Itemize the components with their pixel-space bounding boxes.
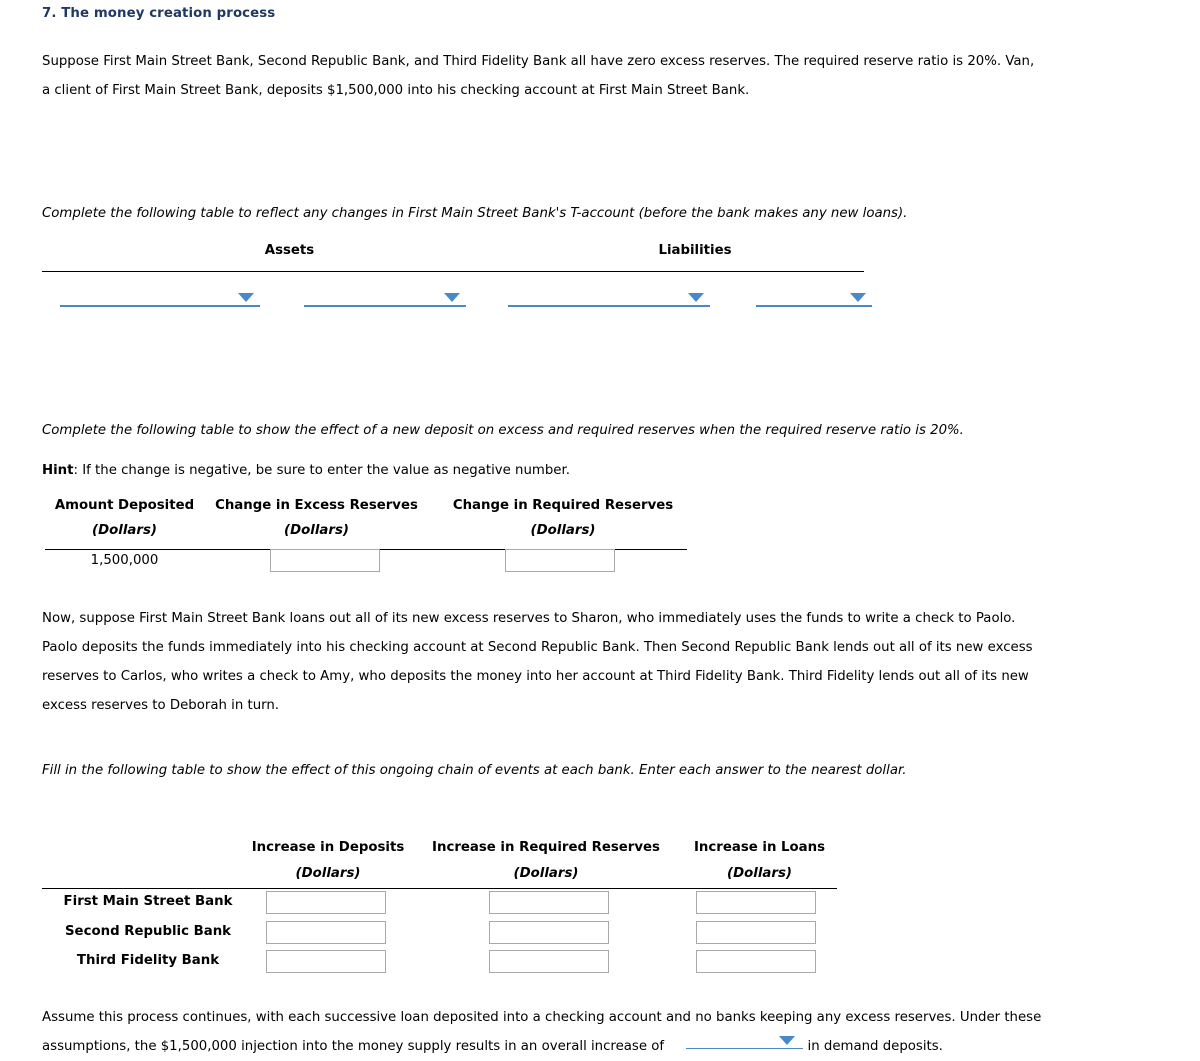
dropdown-underline bbox=[756, 305, 872, 307]
banks-units-loans: (Dollars) bbox=[727, 866, 792, 881]
chevron-down-icon bbox=[850, 293, 866, 302]
table-row-label-second-republic: Second Republic Bank bbox=[64, 924, 232, 939]
change-required-reserves-input[interactable] bbox=[505, 549, 615, 572]
page-title: 7. The money creation process bbox=[42, 6, 276, 21]
chain-line-3: reserves to Carlos, who writes a check t… bbox=[42, 669, 1029, 684]
dropdown-underline bbox=[508, 305, 710, 307]
chevron-down-icon bbox=[444, 293, 460, 302]
second-republic-deposits-input[interactable] bbox=[266, 921, 386, 944]
second-republic-required-reserves-input[interactable] bbox=[489, 921, 609, 944]
reserves-units-amount-deposited: (Dollars) bbox=[92, 523, 157, 538]
reserves-header-change-required: Change in Required Reserves bbox=[452, 498, 674, 513]
t-account-divider bbox=[42, 271, 864, 272]
hint-label: Hint bbox=[42, 463, 74, 478]
liabilities-item-dropdown[interactable] bbox=[508, 285, 710, 307]
banks-units-required-reserves: (Dollars) bbox=[513, 866, 579, 881]
first-main-loans-input[interactable] bbox=[696, 891, 816, 914]
intro-line-1: Suppose First Main Street Bank, Second R… bbox=[42, 54, 1035, 69]
banks-header-increase-loans: Increase in Loans bbox=[693, 840, 826, 855]
reserves-header-amount-deposited: Amount Deposited bbox=[54, 498, 195, 513]
closing-line-2-before: assumptions, the $1,500,000 injection in… bbox=[42, 1039, 665, 1054]
t-account-assets-header: Assets bbox=[264, 243, 315, 258]
intro-line-2: a client of First Main Street Bank, depo… bbox=[42, 83, 750, 98]
chain-line-2: Paolo deposits the funds immediately int… bbox=[42, 640, 1033, 655]
overall-increase-dropdown[interactable] bbox=[686, 1029, 803, 1049]
first-main-required-reserves-input[interactable] bbox=[489, 891, 609, 914]
banks-units-deposits: (Dollars) bbox=[295, 866, 361, 881]
reserves-header-change-excess: Change in Excess Reserves bbox=[215, 498, 418, 513]
hint-text: : If the change is negative, be sure to … bbox=[73, 463, 570, 478]
closing-line-2: assumptions, the $1,500,000 injection in… bbox=[42, 1032, 1162, 1061]
chain-line-4: excess reserves to Deborah in turn. bbox=[42, 698, 280, 713]
reserves-units-change-required: (Dollars) bbox=[530, 523, 596, 538]
worksheet-page: 7. The money creation process Suppose Fi… bbox=[0, 0, 1200, 1058]
chevron-down-icon bbox=[688, 293, 704, 302]
reserves-amount-deposited-value: 1,500,000 bbox=[90, 553, 159, 568]
hint-line: Hint: If the change is negative, be sure… bbox=[42, 456, 942, 485]
closing-line-1: Assume this process continues, with each… bbox=[42, 1010, 1042, 1025]
second-republic-loans-input[interactable] bbox=[696, 921, 816, 944]
assets-amount-dropdown[interactable] bbox=[304, 285, 466, 307]
t-account-liabilities-header: Liabilities bbox=[658, 243, 732, 258]
banks-table-divider bbox=[42, 888, 837, 889]
banks-instruction: Fill in the following table to show the … bbox=[42, 763, 907, 778]
liabilities-amount-dropdown[interactable] bbox=[756, 285, 872, 307]
third-fidelity-loans-input[interactable] bbox=[696, 950, 816, 973]
dropdown-underline bbox=[304, 305, 466, 307]
closing-line-2-after: in demand deposits. bbox=[807, 1039, 943, 1054]
chain-paragraph: Now, suppose First Main Street Bank loan… bbox=[42, 604, 1162, 720]
third-fidelity-deposits-input[interactable] bbox=[266, 950, 386, 973]
table-row-label-third-fidelity: Third Fidelity Bank bbox=[76, 953, 220, 968]
banks-header-increase-deposits: Increase in Deposits bbox=[251, 840, 405, 855]
dropdown-underline bbox=[60, 305, 260, 307]
closing-paragraph: Assume this process continues, with each… bbox=[42, 1003, 1162, 1061]
change-excess-reserves-input[interactable] bbox=[270, 549, 380, 572]
chevron-down-icon bbox=[779, 1036, 795, 1045]
first-main-deposits-input[interactable] bbox=[266, 891, 386, 914]
banks-header-increase-required-reserves: Increase in Required Reserves bbox=[432, 840, 660, 855]
chevron-down-icon bbox=[238, 293, 254, 302]
chain-line-1: Now, suppose First Main Street Bank loan… bbox=[42, 611, 1016, 626]
reserves-instruction: Complete the following table to show the… bbox=[42, 423, 964, 438]
assets-item-dropdown[interactable] bbox=[60, 285, 260, 307]
taccount-instruction: Complete the following table to reflect … bbox=[42, 206, 908, 221]
t-account-table: Assets Liabilities bbox=[42, 243, 872, 307]
table-row-label-first-main: First Main Street Bank bbox=[63, 894, 233, 909]
intro-paragraph: Suppose First Main Street Bank, Second R… bbox=[42, 47, 1162, 105]
reserves-units-change-excess: (Dollars) bbox=[284, 523, 349, 538]
dropdown-underline bbox=[686, 1048, 803, 1049]
third-fidelity-required-reserves-input[interactable] bbox=[489, 950, 609, 973]
